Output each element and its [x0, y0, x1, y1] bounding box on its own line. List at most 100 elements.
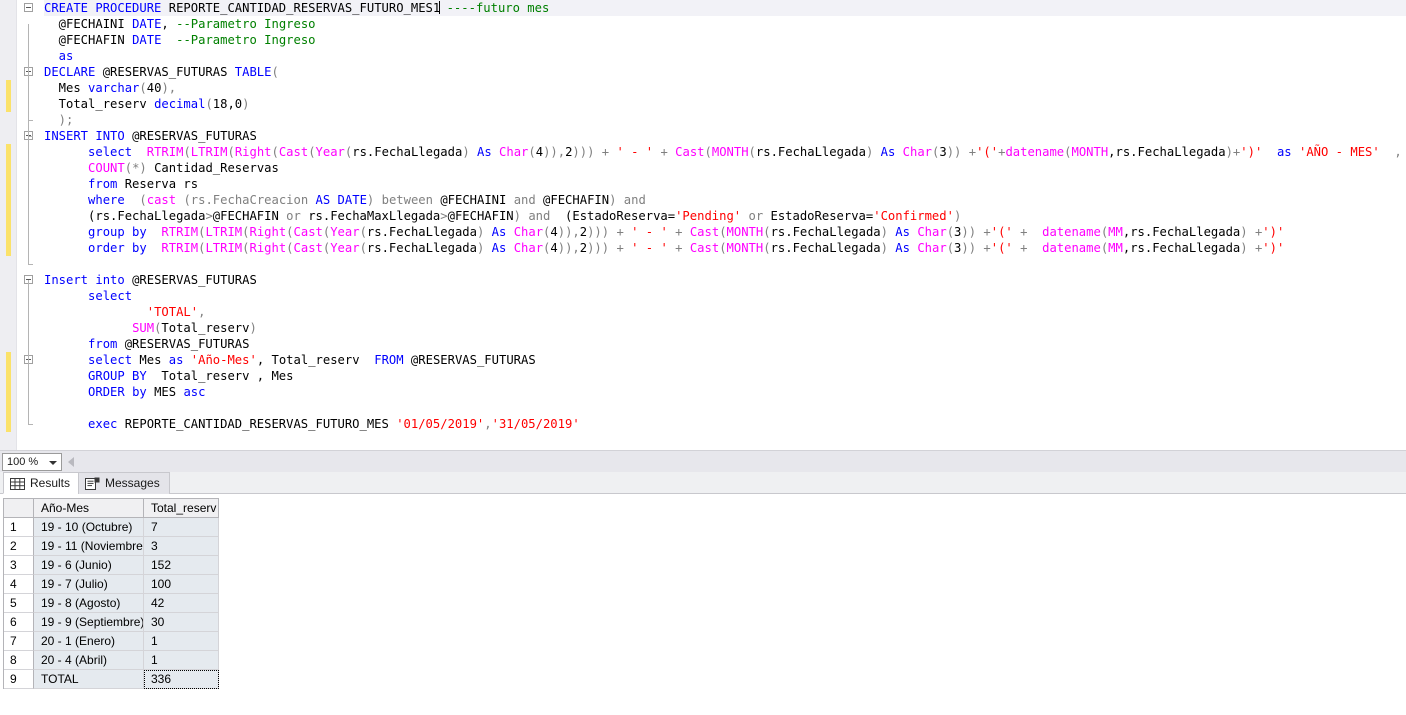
code-line[interactable]: Mes varchar(40), — [44, 80, 1406, 96]
column-header[interactable]: Total_reserv — [144, 499, 219, 518]
cell-ano-mes[interactable]: 19 - 7 (Julio) — [34, 575, 144, 594]
code-line[interactable]: SUM(Total_reserv) — [44, 320, 1406, 336]
table-row[interactable]: 2 19 - 11 (Noviembre) 3 — [4, 537, 219, 556]
table-row[interactable]: 3 19 - 6 (Junio) 152 — [4, 556, 219, 575]
table-row[interactable]: 1 19 - 10 (Octubre) 7 — [4, 518, 219, 537]
code-line[interactable]: select Mes as 'Año-Mes', Total_reserv FR… — [44, 352, 1406, 368]
code-line[interactable]: CREATE PROCEDURE REPORTE_CANTIDAD_RESERV… — [44, 0, 1406, 16]
cell-total-reserv[interactable]: 30 — [144, 613, 219, 632]
code-token: @RESERVAS_FUTURAS — [403, 353, 536, 367]
cell-ano-mes[interactable]: 19 - 6 (Junio) — [34, 556, 144, 575]
code-line[interactable]: ); — [44, 112, 1406, 128]
code-line[interactable]: 'TOTAL', — [44, 304, 1406, 320]
code-token: by — [132, 385, 147, 399]
code-token: 2 — [579, 225, 588, 239]
row-number[interactable]: 7 — [4, 632, 34, 651]
code-token: rs.FechaLlegada — [366, 241, 477, 255]
code-token: '(' — [990, 241, 1013, 255]
code-line[interactable]: DECLARE @RESERVAS_FUTURAS TABLE( — [44, 64, 1406, 80]
fold-collapse-icon[interactable] — [24, 3, 33, 12]
cell-ano-mes[interactable]: 19 - 9 (Septiembre) — [34, 613, 144, 632]
zoom-level-combo[interactable]: 100 % — [2, 453, 62, 471]
code-token: decimal — [154, 97, 206, 111]
code-token: ( — [124, 161, 133, 175]
cell-total-reserv[interactable]: 336 — [144, 670, 219, 689]
row-number[interactable]: 1 — [4, 518, 34, 537]
code-line[interactable] — [44, 400, 1406, 416]
code-token: MONTH — [726, 241, 764, 255]
code-token: ,rs.FechaLlegada — [1122, 241, 1241, 255]
code-token: ) + — [1240, 225, 1263, 239]
code-token: ( — [183, 145, 191, 159]
code-token: from — [44, 337, 118, 351]
table-row[interactable]: 6 19 - 9 (Septiembre) 30 — [4, 613, 219, 632]
cell-ano-mes[interactable]: 20 - 4 (Abril) — [34, 651, 144, 670]
table-row[interactable]: 5 19 - 8 (Agosto) 42 — [4, 594, 219, 613]
cell-ano-mes[interactable]: TOTAL — [34, 670, 144, 689]
cell-total-reserv[interactable]: 7 — [144, 518, 219, 537]
sql-code-text[interactable]: CREATE PROCEDURE REPORTE_CANTIDAD_RESERV… — [44, 0, 1406, 450]
code-line[interactable]: Total_reserv decimal(18,0) — [44, 96, 1406, 112]
code-token: ( — [763, 241, 771, 255]
sql-editor-pane[interactable]: CREATE PROCEDURE REPORTE_CANTIDAD_RESERV… — [0, 0, 1406, 450]
code-token: rs.FechaLlegada — [352, 145, 463, 159]
cell-total-reserv[interactable]: 1 — [144, 651, 219, 670]
chevron-down-icon[interactable] — [49, 461, 57, 465]
row-number[interactable]: 8 — [4, 651, 34, 670]
ssms-window: CREATE PROCEDURE REPORTE_CANTIDAD_RESERV… — [0, 0, 1406, 715]
cell-ano-mes[interactable]: 19 - 10 (Octubre) — [34, 518, 144, 537]
code-line[interactable]: as — [44, 48, 1406, 64]
cell-ano-mes[interactable]: 20 - 1 (Enero) — [34, 632, 144, 651]
row-number[interactable]: 3 — [4, 556, 34, 575]
code-token: @RESERVAS_FUTURAS — [117, 337, 250, 351]
code-line[interactable]: INSERT INTO @RESERVAS_FUTURAS — [44, 128, 1406, 144]
tab-messages[interactable]: Messages — [78, 472, 170, 494]
code-line[interactable]: COUNT(*) Cantidad_Reservas — [44, 160, 1406, 176]
code-line[interactable]: @FECHAINI DATE, --Parametro Ingreso — [44, 16, 1406, 32]
cell-total-reserv[interactable]: 100 — [144, 575, 219, 594]
code-line[interactable]: GROUP BY Total_reserv , Mes — [44, 368, 1406, 384]
code-line[interactable]: from @RESERVAS_FUTURAS — [44, 336, 1406, 352]
code-token: MONTH — [711, 145, 749, 159]
row-number[interactable]: 2 — [4, 537, 34, 556]
row-number[interactable]: 6 — [4, 613, 34, 632]
column-header[interactable]: Año-Mes — [34, 499, 144, 518]
tab-results[interactable]: Results — [3, 472, 81, 494]
cell-total-reserv[interactable]: 152 — [144, 556, 219, 575]
table-row[interactable]: 8 20 - 4 (Abril) 1 — [4, 651, 219, 670]
cell-total-reserv[interactable]: 1 — [144, 632, 219, 651]
row-number[interactable]: 4 — [4, 575, 34, 594]
code-token: @RESERVAS_FUTURAS — [132, 273, 257, 287]
cell-ano-mes[interactable]: 19 - 11 (Noviembre) — [34, 537, 144, 556]
code-token: Year — [330, 241, 360, 255]
code-line[interactable]: exec REPORTE_CANTIDAD_RESERVAS_FUTURO_ME… — [44, 416, 1406, 432]
code-line[interactable]: group by RTRIM(LTRIM(Right(Cast(Year(rs.… — [44, 224, 1406, 240]
zoom-level-label: 100 % — [7, 456, 39, 468]
row-number[interactable]: 5 — [4, 594, 34, 613]
code-line[interactable]: from Reserva rs — [44, 176, 1406, 192]
code-line[interactable]: Insert into @RESERVAS_FUTURAS — [44, 272, 1406, 288]
code-line[interactable]: select RTRIM(LTRIM(Right(Cast(Year(rs.Fe… — [44, 144, 1406, 160]
code-token: MONTH — [1071, 145, 1109, 159]
code-token: ( — [946, 225, 955, 239]
table-row[interactable]: 4 19 - 7 (Julio) 100 — [4, 575, 219, 594]
cell-total-reserv[interactable]: 42 — [144, 594, 219, 613]
cell-ano-mes[interactable]: 19 - 8 (Agosto) — [34, 594, 144, 613]
scroll-left-arrow-icon[interactable] — [68, 457, 74, 467]
table-row[interactable]: 7 20 - 1 (Enero) 1 — [4, 632, 219, 651]
code-line[interactable]: where (cast (rs.FechaCreacion AS DATE) b… — [44, 192, 1406, 208]
code-line[interactable]: (rs.FechaLlegada>@FECHAFIN or rs.FechaMa… — [44, 208, 1406, 224]
code-line[interactable] — [44, 256, 1406, 272]
column-header[interactable] — [4, 499, 34, 518]
code-line[interactable]: order by RTRIM(LTRIM(Right(Cast(Year(rs.… — [44, 240, 1406, 256]
cell-total-reserv[interactable]: 3 — [144, 537, 219, 556]
row-number[interactable]: 9 — [4, 670, 34, 689]
code-token: ) — [249, 321, 257, 335]
code-line[interactable]: @FECHAFIN DATE --Parametro Ingreso — [44, 32, 1406, 48]
table-row[interactable]: 9 TOTAL 336 — [4, 670, 219, 689]
code-line[interactable]: select — [44, 288, 1406, 304]
results-grid[interactable]: Año-Mes Total_reserv 1 19 - 10 (Octubre) 7 2 1… — [3, 498, 219, 689]
code-token: 'AÑO - MES' — [1299, 145, 1380, 159]
code-line[interactable]: ORDER by MES asc — [44, 384, 1406, 400]
code-token: group by — [44, 225, 147, 239]
